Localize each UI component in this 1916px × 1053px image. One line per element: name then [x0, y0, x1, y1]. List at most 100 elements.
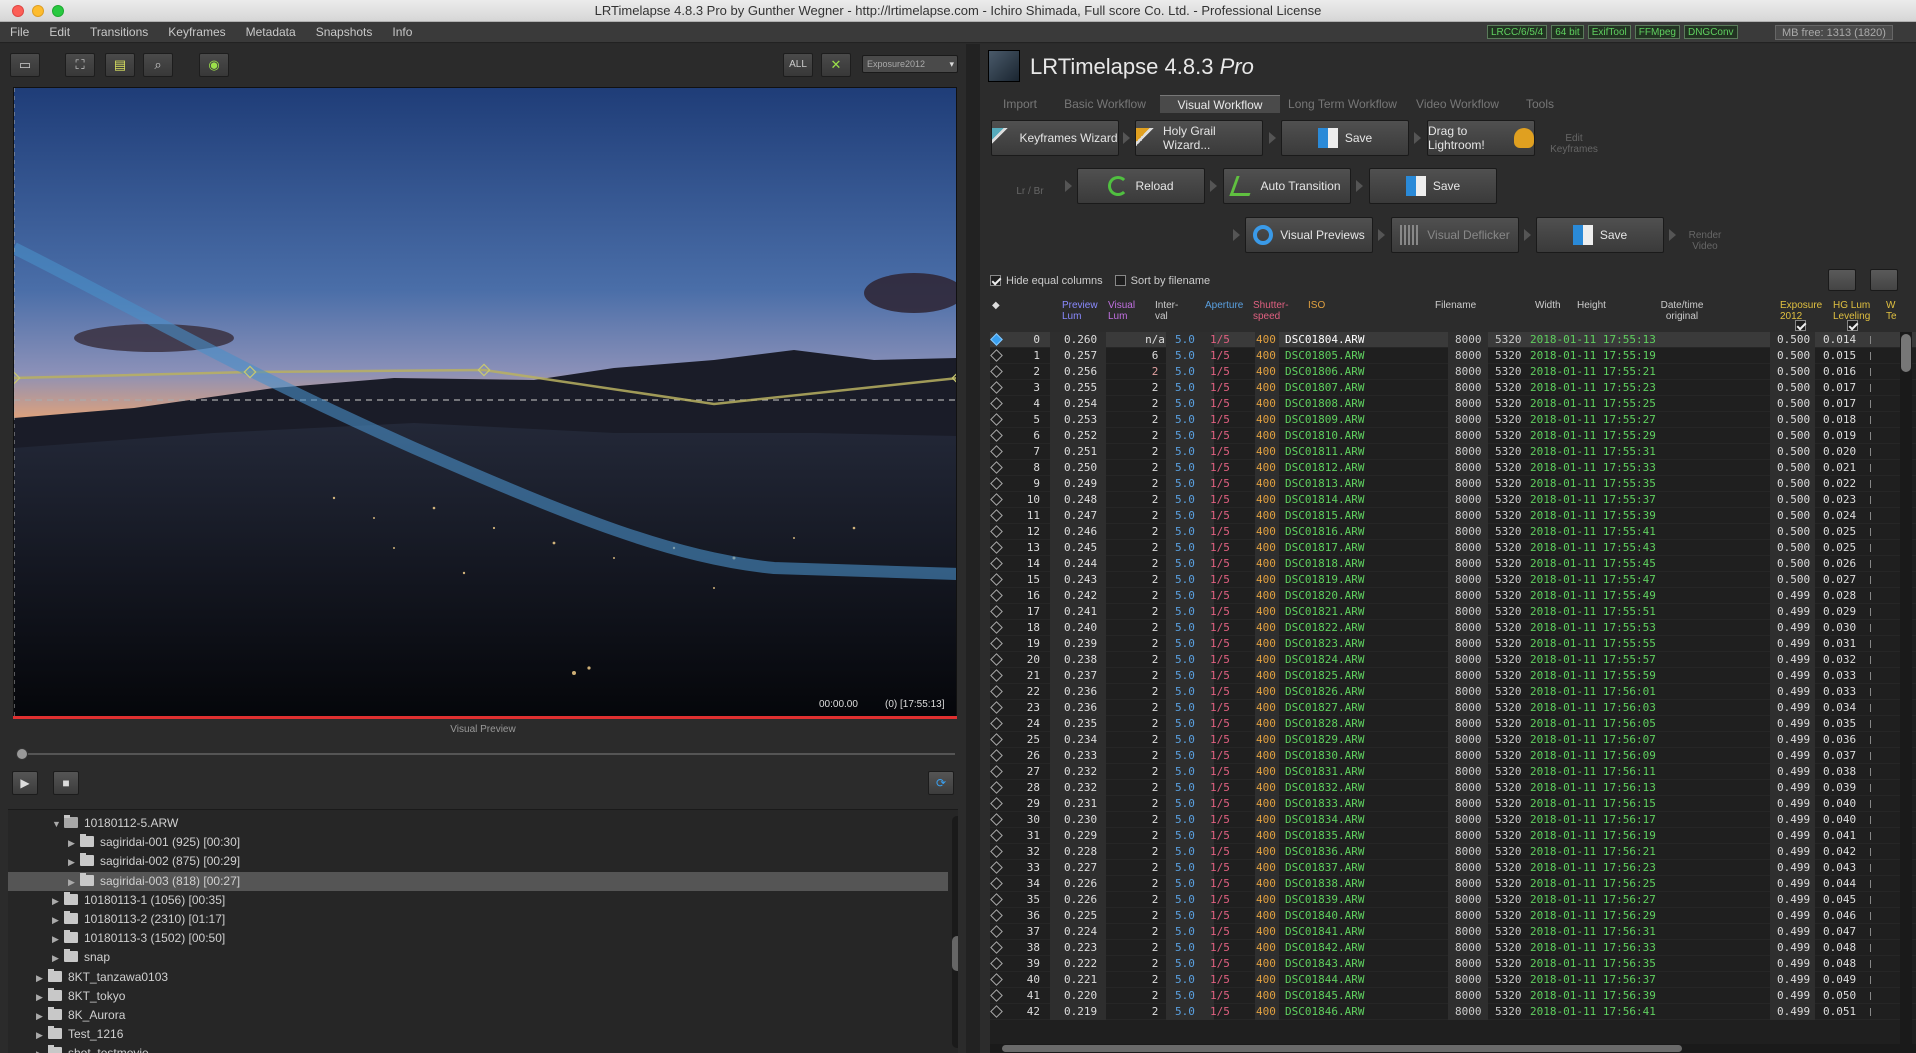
table-row[interactable]: 1 0.257 6 5.0 1/5 400 DSC01805.ARW 8000 5320 2018…	[990, 348, 1916, 364]
keyframes-wizard-button[interactable]: Keyframes Wizard	[991, 120, 1119, 156]
header-exposure[interactable]: Exposure 2012	[1780, 300, 1824, 322]
table-row[interactable]: 37 0.224 2 5.0 1/5 400 DSC01841.ARW 8000 5320 201…	[990, 924, 1916, 940]
all-button[interactable]: ALL	[783, 53, 813, 77]
visual-preview-image[interactable]: 00:00.00 (0) [17:55:13]	[13, 87, 957, 717]
refresh-icon[interactable]: ⟳	[928, 771, 954, 795]
table-row[interactable]: 40 0.221 2 5.0 1/5 400 DSC01844.ARW 8000 5320 201…	[990, 972, 1916, 988]
disclosure-closed-icon[interactable]: ▶	[36, 969, 48, 988]
header-hg-lum[interactable]: HG Lum Leveling	[1833, 300, 1875, 322]
header-width[interactable]: Width	[1535, 300, 1561, 311]
visual-deflicker-button[interactable]: Visual Deflicker	[1391, 217, 1519, 253]
holy-grail-wizard-button[interactable]: Holy Grail Wizard...	[1135, 120, 1263, 156]
disclosure-closed-icon[interactable]: ▶	[36, 1007, 48, 1026]
header-shutter-speed[interactable]: Shutter- speed	[1253, 300, 1293, 322]
header-keyframe[interactable]: ◆	[992, 300, 1000, 311]
disclosure-closed-icon[interactable]: ▶	[68, 873, 80, 892]
table-horizontal-scrollbar[interactable]	[990, 1044, 1916, 1053]
tab-import[interactable]: Import	[990, 95, 1050, 113]
tab-basic-workflow[interactable]: Basic Workflow	[1050, 95, 1160, 113]
table-row[interactable]: 19 0.239 2 5.0 1/5 400 DSC01823.ARW 8000 5320 201…	[990, 636, 1916, 652]
sort-by-filename-checkbox[interactable]	[1114, 275, 1126, 286]
disclosure-closed-icon[interactable]: ▶	[52, 911, 64, 930]
export-table-icon[interactable]	[1870, 269, 1898, 291]
table-row[interactable]: 32 0.228 2 5.0 1/5 400 DSC01836.ARW 8000 5320 201…	[990, 844, 1916, 860]
save-button-1[interactable]: Save	[1281, 120, 1409, 156]
save-button-3[interactable]: Save	[1536, 217, 1664, 253]
tree-scrollbar-thumb[interactable]	[952, 936, 958, 971]
table-row[interactable]: 4 0.254 2 5.0 1/5 400 DSC01808.ARW 8000 5320 2018…	[990, 396, 1916, 412]
table-row[interactable]: 28 0.232 2 5.0 1/5 400 DSC01832.ARW 8000 5320 201…	[990, 780, 1916, 796]
hide-equal-columns-checkbox[interactable]	[990, 275, 1001, 286]
sort-by-filename-option[interactable]: Sort by filename	[1114, 275, 1210, 287]
table-row[interactable]: 20 0.238 2 5.0 1/5 400 DSC01824.ARW 8000 5320 201…	[990, 652, 1916, 668]
table-row[interactable]: 29 0.231 2 5.0 1/5 400 DSC01833.ARW 8000 5320 201…	[990, 796, 1916, 812]
table-row[interactable]: 15 0.243 2 5.0 1/5 400 DSC01819.ARW 8000 5320 201…	[990, 572, 1916, 588]
reload-button[interactable]: Reload	[1077, 168, 1205, 204]
tree-item[interactable]: ▶ 10180113-3 (1502) [00:50]	[52, 929, 225, 948]
tab-visual-workflow[interactable]: Visual Workflow	[1160, 95, 1280, 113]
menu-edit[interactable]: Edit	[49, 25, 70, 39]
table-row[interactable]: 0 0.260 n/a 5.0 1/5 400 DSC01804.ARW 8000 5320 20…	[990, 332, 1916, 348]
tab-long-term-workflow[interactable]: Long Term Workflow	[1280, 95, 1405, 113]
table-row[interactable]: 22 0.236 2 5.0 1/5 400 DSC01826.ARW 8000 5320 201…	[990, 684, 1916, 700]
table-row[interactable]: 7 0.251 2 5.0 1/5 400 DSC01811.ARW 8000 5320 2018…	[990, 444, 1916, 460]
header-aperture[interactable]: Aperture	[1205, 300, 1253, 311]
table-row[interactable]: 8 0.250 2 5.0 1/5 400 DSC01812.ARW 8000 5320 2018…	[990, 460, 1916, 476]
table-row[interactable]: 3 0.255 2 5.0 1/5 400 DSC01807.ARW 8000 5320 2018…	[990, 380, 1916, 396]
hg-lum-column-checkbox[interactable]	[1847, 320, 1858, 331]
table-row[interactable]: 14 0.244 2 5.0 1/5 400 DSC01818.ARW 8000 5320 201…	[990, 556, 1916, 572]
timeline-slider-knob[interactable]	[16, 748, 28, 760]
table-row[interactable]: 30 0.230 2 5.0 1/5 400 DSC01834.ARW 8000 5320 201…	[990, 812, 1916, 828]
auto-transition-button[interactable]: Auto Transition	[1223, 168, 1351, 204]
header-preview-lum[interactable]: Preview Lum	[1062, 300, 1102, 322]
disclosure-closed-icon[interactable]: ▶	[52, 930, 64, 949]
menu-file[interactable]: File	[10, 25, 29, 39]
table-row[interactable]: 10 0.248 2 5.0 1/5 400 DSC01814.ARW 8000 5320 201…	[990, 492, 1916, 508]
disclosure-closed-icon[interactable]: ▶	[52, 892, 64, 911]
tree-item[interactable]: ▶ 8KT_tanzawa0103	[36, 968, 168, 987]
play-icon[interactable]: ▶	[12, 771, 38, 795]
tree-item[interactable]: ▶ 8KT_tokyo	[36, 987, 125, 1006]
eye-icon[interactable]: ◉	[199, 53, 229, 77]
visual-previews-button[interactable]: Visual Previews	[1245, 217, 1373, 253]
table-vertical-scrollbar[interactable]	[1900, 332, 1912, 1044]
disclosure-closed-icon[interactable]: ▶	[36, 1045, 48, 1053]
header-interval[interactable]: Inter- val	[1155, 300, 1185, 322]
menu-info[interactable]: Info	[392, 25, 412, 39]
table-row[interactable]: 41 0.220 2 5.0 1/5 400 DSC01845.ARW 8000 5320 201…	[990, 988, 1916, 1004]
table-row[interactable]: 5 0.253 2 5.0 1/5 400 DSC01809.ARW 8000 5320 2018…	[990, 412, 1916, 428]
zoom-icon[interactable]: ⌕	[143, 53, 173, 77]
stop-icon[interactable]: ■	[53, 771, 79, 795]
table-row[interactable]: 38 0.223 2 5.0 1/5 400 DSC01842.ARW 8000 5320 201…	[990, 940, 1916, 956]
table-row[interactable]: 25 0.234 2 5.0 1/5 400 DSC01829.ARW 8000 5320 201…	[990, 732, 1916, 748]
table-row[interactable]: 27 0.232 2 5.0 1/5 400 DSC01831.ARW 8000 5320 201…	[990, 764, 1916, 780]
hide-equal-columns-option[interactable]: Hide equal columns	[990, 275, 1103, 287]
table-row[interactable]: 17 0.241 2 5.0 1/5 400 DSC01821.ARW 8000 5320 201…	[990, 604, 1916, 620]
header-wb[interactable]: W Te	[1886, 300, 1900, 322]
table-row[interactable]: 12 0.246 2 5.0 1/5 400 DSC01816.ARW 8000 5320 201…	[990, 524, 1916, 540]
table-row[interactable]: 6 0.252 2 5.0 1/5 400 DSC01810.ARW 8000 5320 2018…	[990, 428, 1916, 444]
disclosure-closed-icon[interactable]: ▶	[52, 949, 64, 968]
curve-dropdown[interactable]: Exposure2012 ▾	[862, 55, 958, 73]
curves-icon[interactable]: ✕	[821, 53, 851, 77]
tree-item[interactable]: ▼ 10180112-5.ARW	[52, 814, 178, 833]
table-vertical-scrollbar-thumb[interactable]	[1901, 334, 1911, 372]
table-row[interactable]: 2 0.256 2 5.0 1/5 400 DSC01806.ARW 8000 5320 2018…	[990, 364, 1916, 380]
disclosure-closed-icon[interactable]: ▶	[36, 988, 48, 1007]
header-iso[interactable]: ISO	[1308, 300, 1325, 311]
grid-icon[interactable]: ▤	[105, 53, 135, 77]
header-visual-lum[interactable]: Visual Lum	[1108, 300, 1140, 322]
header-filename[interactable]: Filename	[1435, 300, 1476, 311]
panel-divider[interactable]	[966, 44, 980, 1053]
menu-transitions[interactable]: Transitions	[90, 25, 148, 39]
table-row[interactable]: 11 0.247 2 5.0 1/5 400 DSC01815.ARW 8000 5320 201…	[990, 508, 1916, 524]
monitor-icon[interactable]: ▭	[10, 53, 40, 77]
tab-video-workflow[interactable]: Video Workflow	[1405, 95, 1510, 113]
disclosure-closed-icon[interactable]: ▶	[68, 853, 80, 872]
menu-metadata[interactable]: Metadata	[246, 25, 296, 39]
table-row[interactable]: 26 0.233 2 5.0 1/5 400 DSC01830.ARW 8000 5320 201…	[990, 748, 1916, 764]
exposure-column-checkbox[interactable]	[1795, 320, 1806, 331]
table-horizontal-scrollbar-thumb[interactable]	[1002, 1045, 1682, 1052]
save-button-2[interactable]: Save	[1369, 168, 1497, 204]
table-row[interactable]: 39 0.222 2 5.0 1/5 400 DSC01843.ARW 8000 5320 201…	[990, 956, 1916, 972]
